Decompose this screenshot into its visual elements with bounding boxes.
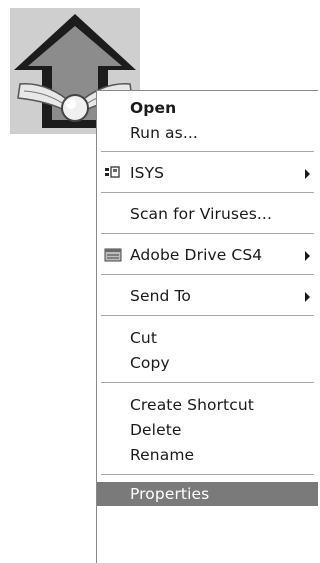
menu-item-adobe-drive[interactable]: Adobe Drive CS4 <box>97 243 318 267</box>
menu-item-properties[interactable]: Properties <box>97 482 318 506</box>
menu-item-label: ISYS <box>130 164 165 182</box>
menu-item-delete[interactable]: Delete <box>97 418 318 442</box>
menu-separator <box>101 233 314 235</box>
menu-item-label: Send To <box>130 287 191 305</box>
menu-item-open[interactable]: Open <box>97 96 318 120</box>
menu-item-label: Adobe Drive CS4 <box>130 246 263 264</box>
menu-item-cut[interactable]: Cut <box>97 326 318 350</box>
menu-item-label: Cut <box>130 329 158 347</box>
isys-app-icon <box>105 166 120 178</box>
chevron-right-icon <box>305 251 310 261</box>
menu-item-label: Properties <box>130 485 210 503</box>
menu-item-label: Open <box>130 99 177 117</box>
adobe-drive-icon <box>104 248 122 262</box>
menu-item-label: Delete <box>130 421 182 439</box>
chevron-right-icon <box>305 169 310 179</box>
menu-item-send-to[interactable]: Send To <box>97 284 318 308</box>
menu-separator <box>101 474 314 476</box>
menu-item-scan-for-viruses[interactable]: Scan for Viruses... <box>97 202 318 226</box>
menu-item-rename[interactable]: Rename <box>97 443 318 467</box>
menu-item-label: Create Shortcut <box>130 396 254 414</box>
menu-separator <box>101 315 314 317</box>
menu-separator <box>101 192 314 194</box>
menu-separator <box>101 274 314 276</box>
context-menu: Open Run as... ISYS Scan for Viruses... <box>96 90 318 563</box>
chevron-right-icon <box>305 292 310 302</box>
menu-separator <box>101 382 314 384</box>
menu-separator <box>101 151 314 153</box>
menu-item-label: Run as... <box>130 124 198 142</box>
menu-item-label: Copy <box>130 354 170 372</box>
menu-item-create-shortcut[interactable]: Create Shortcut <box>97 393 318 417</box>
menu-item-label: Scan for Viruses... <box>130 205 272 223</box>
menu-item-run-as[interactable]: Run as... <box>97 121 318 145</box>
menu-item-isys[interactable]: ISYS <box>97 161 318 185</box>
menu-item-copy[interactable]: Copy <box>97 351 318 375</box>
screen: Open Run as... ISYS Scan for Viruses... <box>0 0 318 563</box>
menu-item-label: Rename <box>130 446 195 464</box>
